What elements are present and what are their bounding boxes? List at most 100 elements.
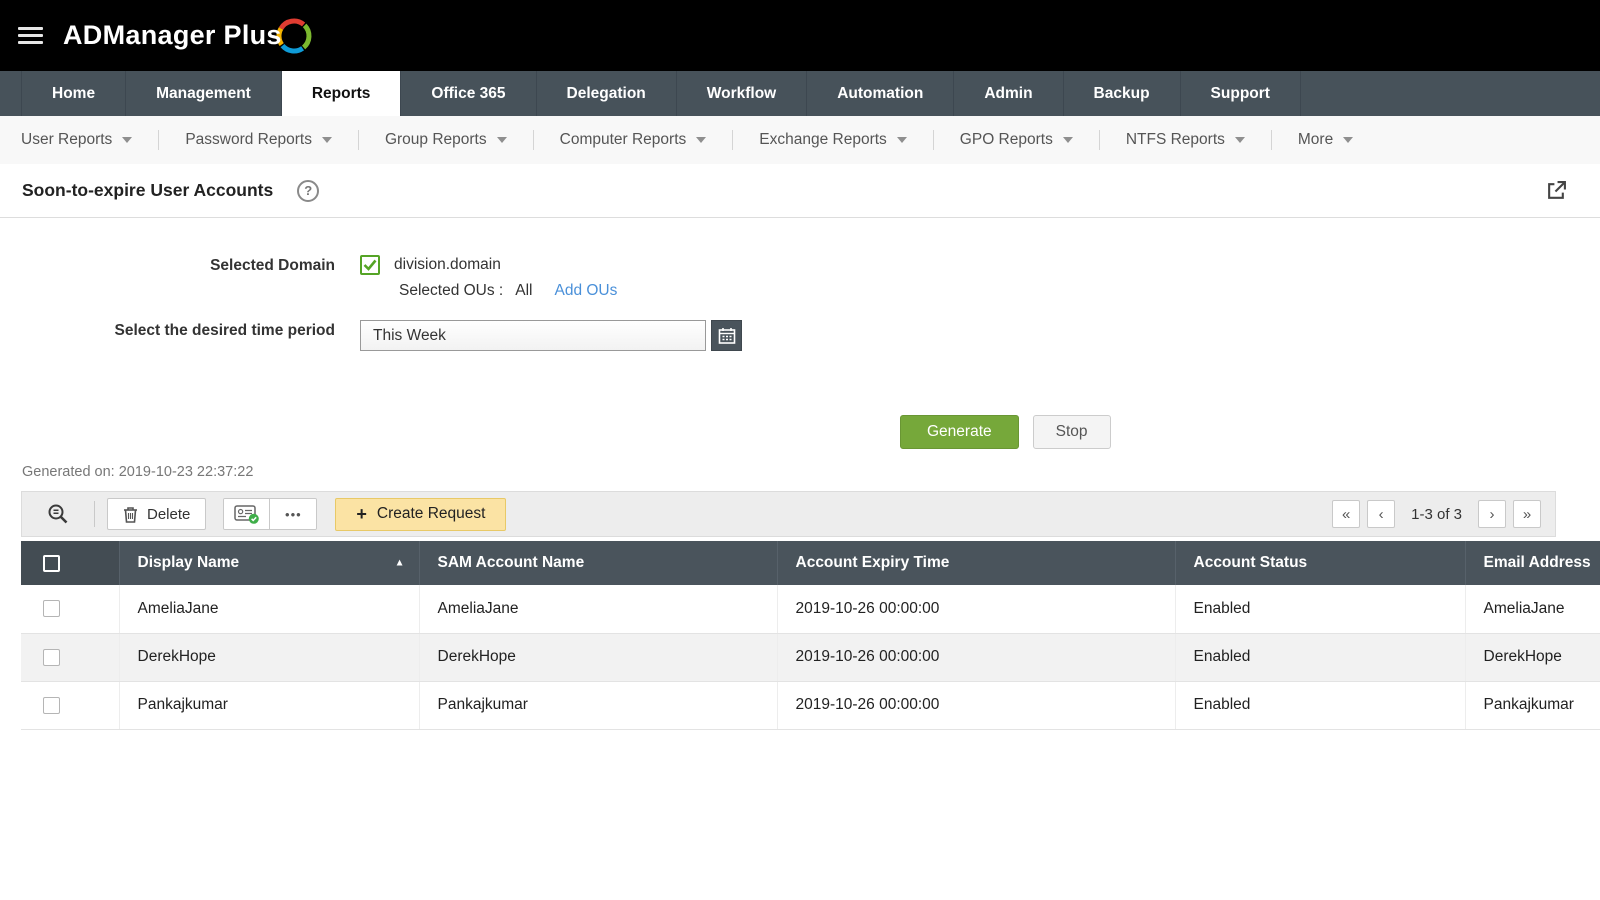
search-columns-icon[interactable]	[46, 502, 72, 526]
generated-on-text: Generated on: 2019-10-23 22:37:22	[22, 464, 254, 480]
subnav-label: Group Reports	[384, 131, 487, 148]
subnav-group-reports[interactable]: Group Reports	[359, 131, 533, 149]
create-request-button[interactable]: + Create Request	[335, 497, 507, 531]
sort-ascending-icon[interactable]: ▲	[395, 558, 405, 569]
reports-subnav: User Reports Password Reports Group Repo…	[0, 116, 1600, 164]
cell-email-address: Pankajkumar	[1465, 681, 1600, 730]
cell-display-name: DerekHope	[119, 633, 420, 682]
selected-domain-label: Selected Domain	[210, 257, 335, 274]
select-all-checkbox[interactable]	[43, 554, 60, 572]
delete-button[interactable]: Delete	[107, 498, 207, 530]
column-header-sam-account-name[interactable]: SAM Account Name	[419, 541, 778, 585]
tab-backup[interactable]: Backup	[1064, 71, 1181, 116]
chevron-down-icon	[696, 137, 707, 143]
subnav-ntfs-reports[interactable]: NTFS Reports	[1100, 131, 1271, 149]
hamburger-menu-icon[interactable]	[18, 27, 43, 44]
cell-sam-account-name: Pankajkumar	[419, 681, 778, 730]
page-title: Soon-to-expire User Accounts	[22, 180, 274, 200]
add-ous-link[interactable]: Add OUs	[554, 282, 617, 300]
cell-sam-account-name: DerekHope	[419, 633, 778, 682]
calendar-icon	[718, 327, 735, 344]
calendar-button[interactable]	[711, 320, 742, 351]
subnav-gpo-reports[interactable]: GPO Reports	[934, 131, 1099, 149]
column-header-email-address[interactable]: Email Address	[1465, 541, 1600, 585]
results-table: Display Name ▲ SAM Account Name Account …	[21, 541, 1600, 730]
subnav-label: Password Reports	[185, 131, 312, 148]
chevron-down-icon	[1062, 137, 1073, 143]
column-header-account-expiry-time[interactable]: Account Expiry Time	[777, 541, 1176, 585]
tab-delegation[interactable]: Delegation	[537, 71, 677, 116]
checkmark-icon	[363, 259, 377, 271]
subnav-exchange-reports[interactable]: Exchange Reports	[733, 131, 933, 149]
subnav-password-reports[interactable]: Password Reports	[159, 131, 358, 149]
help-icon[interactable]: ?	[297, 179, 320, 202]
app-header: ADManager Plus	[0, 0, 1600, 71]
cell-account-status: Enabled	[1175, 681, 1466, 730]
cell-account-status: Enabled	[1175, 633, 1466, 682]
cell-sam-account-name: AmeliaJane	[419, 585, 778, 634]
cell-account-expiry-time: 2019-10-26 00:00:00	[777, 681, 1176, 730]
subnav-label: More	[1297, 131, 1334, 148]
time-period-input[interactable]	[360, 320, 706, 351]
chevron-down-icon	[496, 137, 507, 143]
first-page-button[interactable]: «	[1332, 500, 1361, 528]
main-nav: Home Management Reports Office 365 Deleg…	[0, 71, 1600, 116]
tab-office-365[interactable]: Office 365	[401, 71, 537, 116]
manage-account-button[interactable]	[224, 499, 271, 529]
pagination-range: 1-3 of 3	[1411, 505, 1462, 523]
tab-admin[interactable]: Admin	[954, 71, 1064, 116]
tab-workflow[interactable]: Workflow	[677, 71, 808, 116]
tab-support[interactable]: Support	[1181, 71, 1301, 116]
previous-page-button[interactable]: ‹	[1367, 500, 1396, 528]
row-checkbox[interactable]	[43, 696, 60, 714]
account-card-icon	[234, 504, 259, 524]
plus-icon: +	[356, 504, 367, 524]
table-row: DerekHope DerekHope 2019-10-26 00:00:00 …	[21, 633, 1600, 682]
selected-ous-value: All	[515, 282, 533, 299]
subnav-computer-reports[interactable]: Computer Reports	[534, 131, 733, 149]
subnav-label: NTFS Reports	[1125, 131, 1225, 148]
cell-email-address: AmeliaJane	[1465, 585, 1600, 634]
pagination: « ‹ 1-3 of 3 › »	[1332, 500, 1541, 528]
next-page-button[interactable]: ›	[1478, 500, 1506, 528]
table-header-row: Display Name ▲ SAM Account Name Account …	[21, 541, 1600, 585]
subnav-user-reports[interactable]: User Reports	[21, 131, 158, 149]
tab-home[interactable]: Home	[21, 71, 127, 116]
report-actions: Generate Stop	[900, 415, 1600, 449]
generate-button[interactable]: Generate	[900, 415, 1019, 449]
app-title: ADManager Plus	[63, 20, 282, 50]
domain-name: division.domain	[394, 256, 501, 273]
table-row: AmeliaJane AmeliaJane 2019-10-26 00:00:0…	[21, 585, 1600, 634]
more-actions-button[interactable]: •••	[270, 499, 317, 529]
app-logo: ADManager Plus	[63, 12, 314, 60]
row-checkbox[interactable]	[43, 648, 60, 666]
chevron-down-icon	[321, 137, 332, 143]
cell-display-name: AmeliaJane	[119, 585, 420, 634]
tab-automation[interactable]: Automation	[807, 71, 955, 116]
page-title-bar: Soon-to-expire User Accounts ?	[0, 164, 1600, 218]
tab-reports[interactable]: Reports	[281, 71, 402, 116]
row-checkbox[interactable]	[43, 600, 60, 618]
trash-icon	[124, 506, 137, 523]
export-icon[interactable]	[1546, 180, 1567, 201]
stop-button[interactable]: Stop	[1032, 415, 1111, 449]
last-page-button[interactable]: »	[1513, 500, 1541, 528]
cell-display-name: Pankajkumar	[119, 681, 420, 730]
results-toolbar: Delete ••• + Create Request « ‹ 1-3 of 3…	[21, 491, 1556, 537]
subnav-label: Computer Reports	[559, 131, 687, 148]
delete-label: Delete	[147, 505, 191, 523]
column-header-account-status[interactable]: Account Status	[1175, 541, 1466, 585]
tab-management[interactable]: Management	[126, 71, 282, 116]
chevron-down-icon	[1343, 137, 1354, 143]
domain-checkbox[interactable]	[360, 255, 380, 275]
subnav-more[interactable]: More	[1272, 131, 1379, 149]
select-all-header	[21, 541, 120, 585]
account-actions-group: •••	[223, 498, 318, 530]
subnav-label: Exchange Reports	[759, 131, 887, 148]
cell-account-expiry-time: 2019-10-26 00:00:00	[777, 585, 1176, 634]
cell-account-expiry-time: 2019-10-26 00:00:00	[777, 633, 1176, 682]
chevron-down-icon	[122, 137, 133, 143]
column-header-display-name[interactable]: Display Name ▲	[119, 541, 420, 585]
cell-account-status: Enabled	[1175, 585, 1466, 634]
create-request-label: Create Request	[376, 505, 486, 522]
